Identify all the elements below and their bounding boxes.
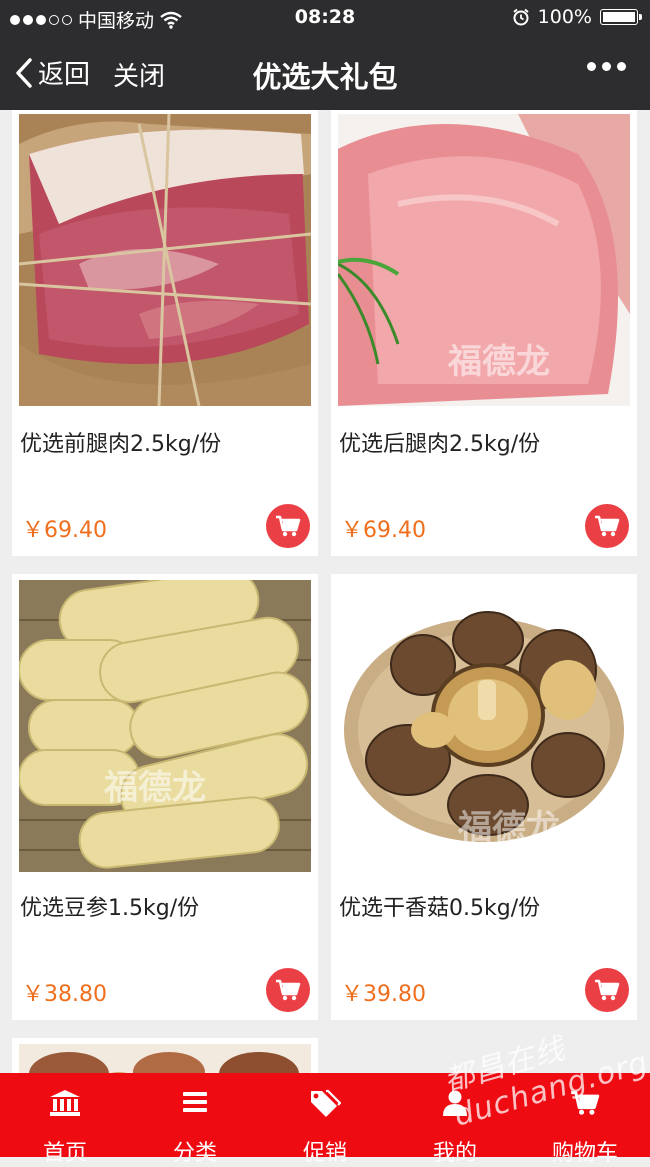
add-to-cart-button[interactable]	[266, 504, 310, 548]
more-dot-icon	[587, 62, 596, 71]
tab-label: 促销	[302, 1141, 347, 1166]
list-icon	[183, 1092, 207, 1112]
product-name[interactable]: 优选后腿肉2.5kg/份	[339, 426, 540, 458]
product-card[interactable]	[12, 1038, 318, 1073]
close-button[interactable]: 关闭	[113, 56, 165, 93]
product-card[interactable]: 福德龙 优选豆参1.5kg/份 ￥38.80	[12, 574, 318, 1020]
tab-mine[interactable]: 我的	[390, 1073, 520, 1166]
product-card[interactable]: 福德龙 优选干香菇0.5kg/份 ￥39.80	[331, 574, 637, 1020]
product-price: ￥39.80	[341, 982, 426, 1007]
product-image-fried-tofu-roll[interactable]: 福德龙	[19, 580, 311, 872]
tab-label: 我的	[432, 1141, 477, 1166]
product-image[interactable]	[19, 1044, 311, 1073]
status-bar: 中国移动 08:28 100%	[0, 0, 650, 36]
page-title: 优选大礼包	[252, 60, 398, 94]
chevron-left-icon	[16, 57, 32, 88]
product-price: ￥69.40	[22, 518, 107, 543]
tab-label: 分类	[172, 1141, 217, 1166]
add-to-cart-button[interactable]	[585, 504, 629, 548]
product-image-dried-shiitake[interactable]: 福德龙	[338, 580, 630, 872]
status-right: 100%	[512, 6, 642, 28]
product-name[interactable]: 优选前腿肉2.5kg/份	[20, 426, 221, 458]
tab-home[interactable]: 首页	[0, 1073, 130, 1166]
product-price: ￥38.80	[22, 982, 107, 1007]
cart-icon	[276, 979, 301, 1001]
alarm-icon	[513, 8, 529, 26]
cart-icon	[276, 515, 301, 537]
tab-label: 购物车	[551, 1141, 618, 1166]
battery-percent: 100%	[537, 6, 592, 28]
tab-category[interactable]: 分类	[130, 1073, 260, 1166]
tab-cart[interactable]: 购物车	[520, 1073, 650, 1166]
bank-icon	[50, 1090, 80, 1116]
add-to-cart-button[interactable]	[585, 968, 629, 1012]
cart-icon	[595, 515, 620, 537]
tab-label: 首页	[42, 1141, 87, 1166]
product-name[interactable]: 优选豆参1.5kg/份	[20, 890, 199, 922]
bottom-tab-bar: 首页 分类 促销 我的 购物车	[0, 1073, 650, 1166]
cart-icon	[595, 979, 620, 1001]
more-options-button[interactable]	[587, 62, 626, 71]
navigation-bar: 返回 关闭 优选大礼包	[0, 36, 650, 110]
product-image-pork-foreleg[interactable]	[19, 114, 311, 406]
back-button[interactable]: 返回	[14, 54, 90, 91]
product-card[interactable]: 优选前腿肉2.5kg/份 ￥69.40	[12, 110, 318, 556]
back-label: 返回	[38, 60, 91, 90]
image-watermark: 福德龙	[448, 342, 550, 382]
tags-icon	[311, 1089, 341, 1117]
add-to-cart-button[interactable]	[266, 968, 310, 1012]
user-icon	[443, 1090, 467, 1116]
tab-promotion[interactable]: 促销	[260, 1073, 390, 1166]
product-card[interactable]: 福德龙 优选后腿肉2.5kg/份 ￥69.40	[331, 110, 637, 556]
product-grid: 优选前腿肉2.5kg/份 ￥69.40 福德龙 优选后腿肉2.5kg/份 ￥69…	[0, 110, 650, 1073]
more-dot-icon	[602, 62, 611, 71]
product-image-pork-hindleg[interactable]: 福德龙	[338, 114, 630, 406]
image-watermark: 福德龙	[458, 808, 560, 848]
battery-icon	[600, 9, 642, 25]
product-name[interactable]: 优选干香菇0.5kg/份	[339, 890, 540, 922]
cart-icon	[571, 1091, 600, 1115]
more-dot-icon	[617, 62, 626, 71]
image-watermark: 福德龙	[104, 768, 206, 808]
product-price: ￥69.40	[341, 518, 426, 543]
